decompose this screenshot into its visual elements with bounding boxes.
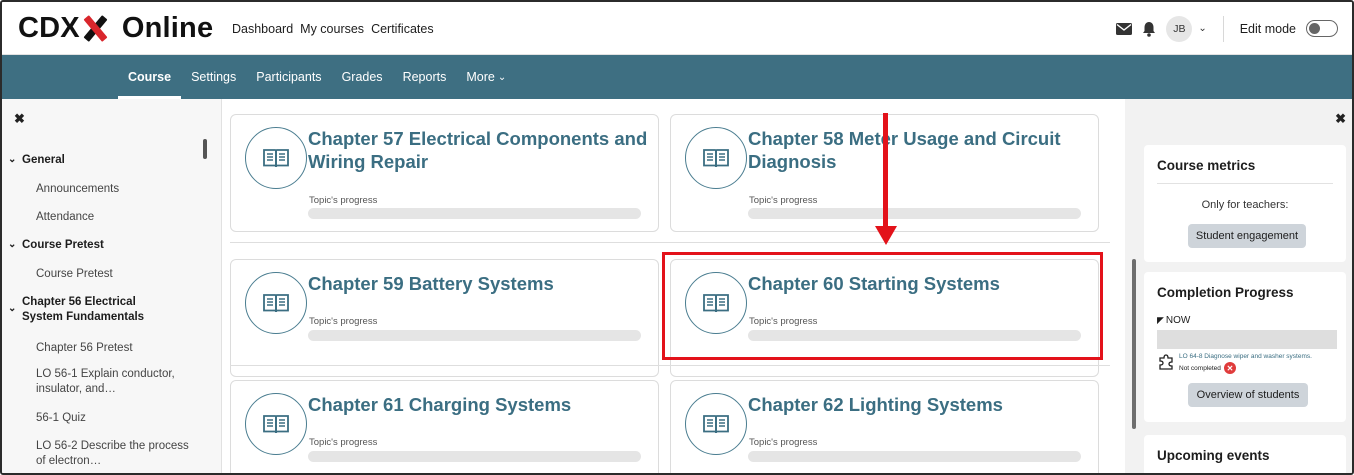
topic-progress-bar <box>748 208 1081 219</box>
chapter-title[interactable]: Chapter 61 Charging Systems <box>308 393 648 416</box>
progress-label: Topic's progress <box>749 195 818 206</box>
user-tools: JB ⌄ Edit mode <box>1116 2 1338 55</box>
completion-progress-bar[interactable] <box>1157 330 1337 349</box>
edit-mode-toggle[interactable] <box>1306 20 1338 37</box>
divider <box>1157 183 1333 184</box>
user-avatar[interactable]: JB <box>1166 15 1193 42</box>
nav-lo-56-2[interactable]: LO 56-2 Describe the process of electron… <box>36 439 196 469</box>
section-general[interactable]: ⌄ General <box>8 154 65 166</box>
chapter-card[interactable]: Chapter 61 Charging Systems Topic's prog… <box>230 380 659 473</box>
divider <box>1222 15 1224 42</box>
pointer-arrow <box>883 113 888 229</box>
section-chapter-56[interactable]: ⌄ Chapter 56 Electrical System Fundamenta… <box>8 295 172 325</box>
chapter-card[interactable]: Chapter 59 Battery Systems Topic's progr… <box>230 259 659 377</box>
pointer-arrow-head <box>875 226 897 245</box>
now-flag-icon: ◤ <box>1157 315 1164 325</box>
messages-icon[interactable] <box>1116 22 1133 35</box>
topic-progress-bar <box>748 451 1081 462</box>
chapter-card[interactable]: Chapter 62 Lighting Systems Topic's prog… <box>670 380 1099 473</box>
chevron-down-icon: ⌄ <box>497 71 507 83</box>
block-title: Course metrics <box>1157 158 1256 173</box>
chapter-title[interactable]: Chapter 57 Electrical Components and Wir… <box>308 127 648 173</box>
nav-56-1-quiz[interactable]: 56-1 Quiz <box>36 411 196 426</box>
puzzle-icon <box>1157 353 1175 376</box>
tab-reports[interactable]: Reports <box>393 55 457 99</box>
overview-of-students-button[interactable]: Overview of students <box>1188 383 1308 407</box>
section-course-pretest[interactable]: ⌄ Course Pretest <box>8 239 104 251</box>
book-icon <box>245 272 307 334</box>
teacher-note: Only for teachers: <box>1201 199 1289 211</box>
nav-my-courses[interactable]: My courses <box>300 22 364 36</box>
now-marker: ◤ NOW <box>1157 315 1190 326</box>
close-course-index-icon[interactable]: ✖ <box>14 111 25 127</box>
drawer-scrollbar[interactable] <box>203 139 207 159</box>
block-title: Upcoming events <box>1157 448 1270 463</box>
user-menu-chevron-down-icon[interactable]: ⌄ <box>1198 23 1206 34</box>
tab-participants[interactable]: Participants <box>246 55 331 99</box>
topic-progress-bar <box>308 451 641 462</box>
drawer-scrollbar[interactable] <box>1132 259 1136 429</box>
progress-label: Topic's progress <box>309 316 378 327</box>
nav-dashboard[interactable]: Dashboard <box>232 22 293 36</box>
primary-nav: Dashboard My courses Certificates <box>232 2 434 55</box>
tab-more[interactable]: More ⌄ <box>456 55 516 99</box>
block-title: Completion Progress <box>1157 285 1294 300</box>
nav-attendance[interactable]: Attendance <box>36 210 196 225</box>
highlight-box <box>662 252 1103 360</box>
tab-settings[interactable]: Settings <box>181 55 246 99</box>
chapter-title[interactable]: Chapter 62 Lighting Systems <box>748 393 1088 416</box>
logo-x-icon <box>82 15 108 41</box>
course-metrics-block: Course metrics Only for teachers: Studen… <box>1144 145 1346 262</box>
now-label: NOW <box>1165 315 1191 326</box>
tab-grades[interactable]: Grades <box>332 55 393 99</box>
edit-mode-label: Edit mode <box>1239 21 1296 36</box>
progress-label: Topic's progress <box>309 195 378 206</box>
course-index-drawer: ✖ ⌄ General Announcements Attendance ⌄ Cou… <box>2 99 222 473</box>
section-label: Chapter 56 Electrical System Fundamental… <box>22 296 145 323</box>
site-logo[interactable]: CDX Online <box>18 10 213 46</box>
book-icon <box>245 393 307 455</box>
chapter-card[interactable]: Chapter 57 Electrical Components and Wir… <box>230 114 659 232</box>
chapter-title[interactable]: Chapter 58 Meter Usage and Circuit Diagn… <box>748 127 1088 173</box>
tab-more-label: More <box>466 70 495 84</box>
book-icon <box>245 127 307 189</box>
logo-text-cdx: CDX <box>18 11 80 44</box>
nav-certificates[interactable]: Certificates <box>371 22 434 36</box>
logo-text-online: Online <box>121 11 214 44</box>
section-divider <box>230 365 1110 366</box>
close-block-drawer-icon[interactable]: ✖ <box>1335 111 1346 127</box>
status-text: Not completed <box>1179 364 1221 372</box>
chevron-down-icon: ⌄ <box>8 303 17 314</box>
tab-course[interactable]: Course <box>118 55 182 99</box>
topic-progress-bar <box>308 330 641 341</box>
nav-announcements[interactable]: Announcements <box>36 182 196 197</box>
section-divider <box>230 242 1110 243</box>
chevron-down-icon: ⌄ <box>8 154 17 165</box>
top-navbar: CDX Online Dashboard My courses Certific… <box>2 2 1352 55</box>
completion-progress-block: Completion Progress ◤ NOW LO 64-8 Diagno… <box>1144 272 1346 422</box>
nav-chapter-56-pretest[interactable]: Chapter 56 Pretest <box>36 341 196 356</box>
progress-label: Topic's progress <box>749 437 818 448</box>
section-label: General <box>22 154 65 166</box>
activity-link[interactable]: LO 64-8 Diagnose wiper and washer system… <box>1179 353 1344 361</box>
chevron-down-icon: ⌄ <box>8 239 17 250</box>
nav-lo-56-1[interactable]: LO 56-1 Explain conductor, insulator, an… <box>36 367 196 397</box>
completion-status: Not completed ✕ <box>1179 362 1236 374</box>
not-completed-x-icon: ✕ <box>1223 362 1236 374</box>
notifications-bell-icon[interactable] <box>1142 21 1156 37</box>
book-icon <box>685 127 747 189</box>
student-engagement-button[interactable]: Student engagement <box>1188 224 1306 248</box>
section-label: Course Pretest <box>22 239 104 251</box>
chapter-title[interactable]: Chapter 59 Battery Systems <box>308 272 648 295</box>
course-secondary-nav: Course Settings Participants Grades Repo… <box>2 55 1352 99</box>
book-icon <box>685 393 747 455</box>
block-drawer: ✖ Course metrics Only for teachers: Stud… <box>1130 99 1352 473</box>
upcoming-events-block: Upcoming events <box>1144 435 1346 473</box>
progress-label: Topic's progress <box>309 437 378 448</box>
nav-course-pretest[interactable]: Course Pretest <box>36 267 196 282</box>
topic-progress-bar <box>308 208 641 219</box>
